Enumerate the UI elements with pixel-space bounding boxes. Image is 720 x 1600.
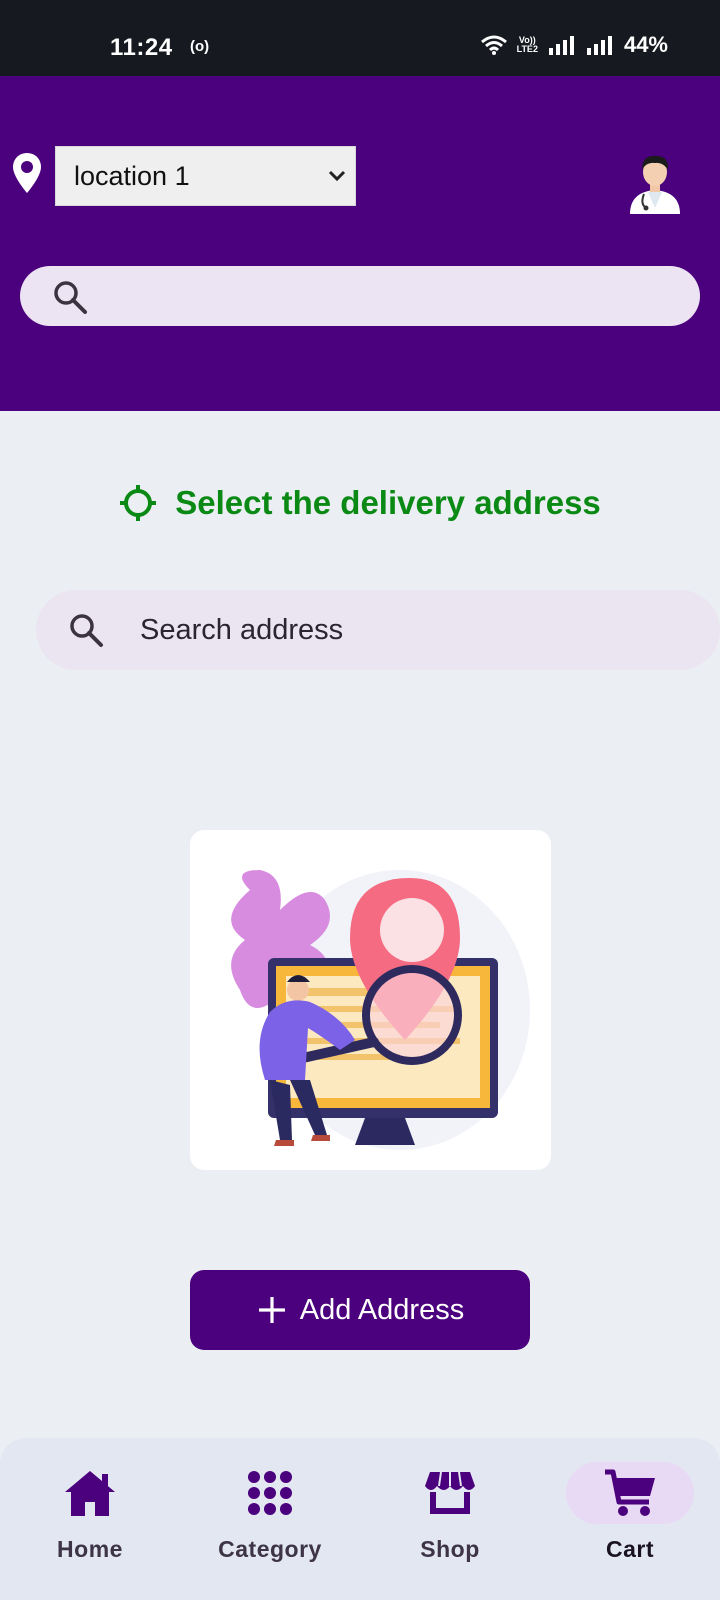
header-search-input[interactable] — [20, 266, 700, 326]
location-select[interactable]: location 1 — [55, 146, 356, 206]
cart-icon — [605, 1469, 655, 1516]
location-pin-icon[interactable] — [12, 152, 42, 194]
doctor-avatar[interactable] — [628, 152, 682, 214]
status-icons: Vo)) LTE2 44% — [480, 32, 668, 58]
nav-icon-container — [386, 1462, 514, 1524]
battery-level: 44% — [623, 32, 668, 57]
app-header: location 1 — [0, 76, 720, 411]
store-icon — [425, 1471, 475, 1514]
search-icon — [54, 281, 87, 314]
bottom-navigation: Home Category Shop Cart — [0, 1438, 720, 1600]
volte-indicator: Vo)) LTE2 — [516, 35, 538, 54]
home-icon — [65, 1471, 115, 1516]
add-address-label: Add Address — [299, 1293, 465, 1326]
crosshair-icon — [120, 485, 157, 521]
nav-icon-container — [206, 1462, 334, 1524]
address-search-input[interactable]: Search address — [36, 590, 720, 670]
record-indicator: (o) — [190, 38, 210, 55]
grid-icon — [248, 1471, 292, 1515]
location-select-value: location 1 — [74, 160, 190, 191]
plus-icon — [258, 1297, 285, 1323]
nav-label-shop: Shop — [420, 1536, 480, 1562]
delivery-address-heading: Select the delivery address — [0, 484, 720, 522]
chevron-down-icon — [328, 170, 346, 182]
status-bar: 11:24 (o) Vo)) LTE2 44% — [0, 0, 720, 76]
nav-item-category[interactable]: Category — [180, 1438, 360, 1600]
page-title: Select the delivery address — [175, 484, 601, 521]
nav-icon-container — [566, 1462, 694, 1524]
nav-label-home: Home — [57, 1536, 123, 1562]
signal-icon — [548, 36, 574, 55]
nav-item-home[interactable]: Home — [0, 1438, 180, 1600]
illustration-art — [231, 870, 530, 1150]
nav-label-category: Category — [218, 1536, 322, 1562]
nav-item-shop[interactable]: Shop — [360, 1438, 540, 1600]
add-address-button[interactable]: Add Address — [190, 1270, 530, 1350]
nav-item-cart[interactable]: Cart — [540, 1438, 720, 1600]
nav-icon-container — [26, 1462, 154, 1524]
nav-label-cart: Cart — [605, 1536, 654, 1562]
wifi-icon — [480, 35, 507, 55]
signal-icon — [586, 36, 612, 55]
status-time: 11:24 — [110, 34, 173, 61]
address-search-placeholder: Search address — [140, 614, 344, 646]
location-search-illustration — [190, 830, 551, 1170]
search-icon — [70, 614, 103, 647]
